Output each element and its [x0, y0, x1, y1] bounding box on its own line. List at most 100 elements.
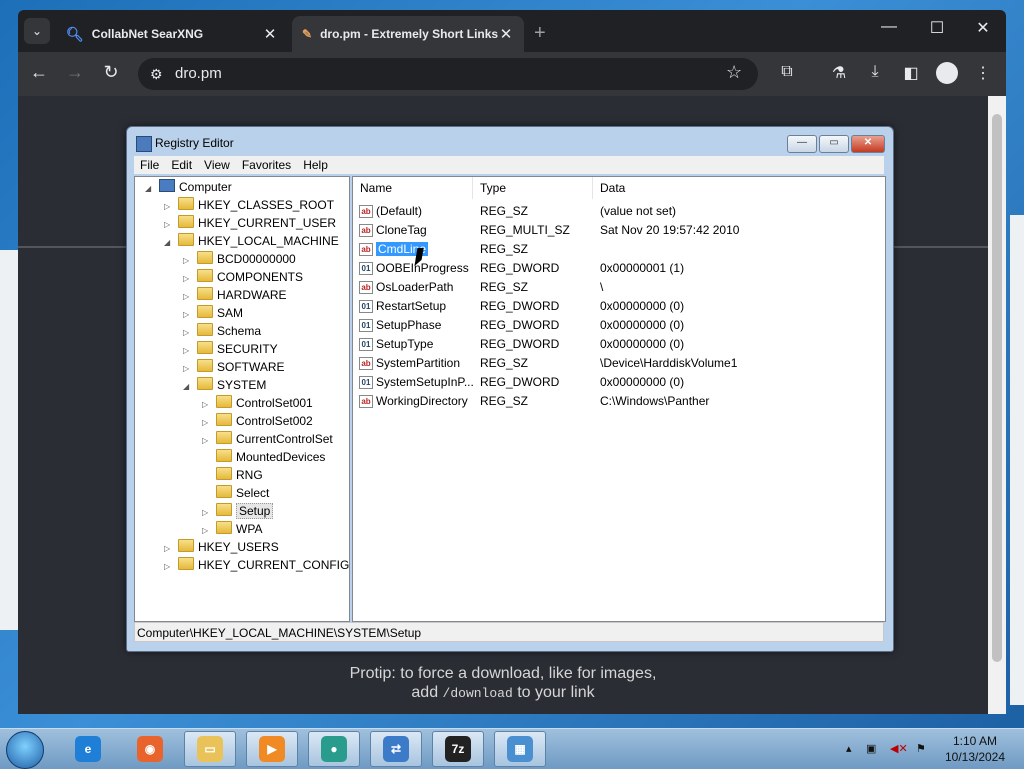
collapse-arrow-icon[interactable]: ◢: [145, 180, 155, 198]
action-center-flag-icon[interactable]: ⚑: [916, 742, 926, 755]
value-data: (value not set): [600, 204, 677, 218]
value-row[interactable]: 01 OOBEInProgress REG_DWORD 0x00000001 (1): [353, 259, 885, 278]
binary-value-icon: 01: [359, 338, 373, 351]
extensions-icon[interactable]: ⧉: [776, 63, 798, 81]
close-tab-icon[interactable]: ✕: [498, 25, 514, 43]
tree-node[interactable]: ▷ HKEY_USERS: [164, 538, 279, 556]
tree-node[interactable]: ▷ ControlSet001: [202, 394, 313, 412]
bookmark-star-icon[interactable]: ☆: [726, 62, 742, 83]
7zip-icon: 7z: [445, 736, 471, 762]
close-window-button[interactable]: ✕: [968, 18, 998, 38]
value-data: C:\Windows\Panther: [600, 394, 710, 408]
taskbar-app-button[interactable]: ▭: [184, 731, 236, 767]
tree-node[interactable]: MountedDevices: [202, 448, 325, 466]
tree-node[interactable]: ▷ BCD00000000: [183, 250, 296, 268]
value-row[interactable]: 01 RestartSetup REG_DWORD 0x00000000 (0): [353, 297, 885, 316]
tree-node[interactable]: ◢ SYSTEM: [183, 376, 266, 394]
expand-arrow-icon[interactable]: ▷: [164, 558, 174, 576]
side-panel-icon[interactable]: ◧: [900, 63, 922, 83]
collapse-arrow-icon[interactable]: ◢: [164, 234, 174, 252]
menu-edit[interactable]: Edit: [165, 156, 198, 174]
taskbar-app-button[interactable]: e: [62, 731, 114, 767]
back-button[interactable]: ←: [26, 62, 52, 83]
profile-avatar[interactable]: [936, 62, 958, 84]
menu-help[interactable]: Help: [297, 156, 334, 174]
taskbar-app-button[interactable]: ◉: [124, 731, 176, 767]
taskbar-app-button[interactable]: ●: [308, 731, 360, 767]
tab-search-button[interactable]: ⌄: [24, 18, 50, 44]
tree-node[interactable]: ▷ HARDWARE: [183, 286, 287, 304]
binary-value-icon: 01: [359, 300, 373, 313]
tree-node[interactable]: ▷ HKEY_CLASSES_ROOT: [164, 196, 334, 214]
minimize-button[interactable]: —: [787, 135, 817, 153]
new-tab-button[interactable]: +: [534, 22, 546, 45]
site-info-icon[interactable]: ⚙: [150, 66, 163, 83]
tree-node[interactable]: ▷ HKEY_CURRENT_CONFIG: [164, 556, 349, 574]
tree-node[interactable]: ▷ Setup: [202, 502, 274, 520]
column-data[interactable]: Data: [593, 177, 885, 199]
menu-view[interactable]: View: [198, 156, 236, 174]
column-name[interactable]: Name: [353, 177, 473, 199]
page-scrollbar-thumb[interactable]: [992, 114, 1002, 662]
value-list[interactable]: Name Type Data ab (Default) REG_SZ (value n…: [352, 176, 886, 622]
column-type[interactable]: Type: [473, 177, 593, 199]
menu-file[interactable]: File: [134, 156, 165, 174]
key-tree[interactable]: ◢ Computer ▷ HKEY_CLASSES_ROOT ▷ HKEY_CURRENT…: [134, 176, 350, 622]
tree-node-label: ControlSet002: [236, 414, 313, 428]
value-row[interactable]: ab OsLoaderPath REG_SZ \: [353, 278, 885, 297]
tab-dropm[interactable]: ✎ dro.pm - Extremely Short Links ✕: [292, 16, 524, 52]
close-tab-icon[interactable]: ✕: [262, 25, 278, 43]
volume-muted-icon[interactable]: ◀✕: [890, 742, 908, 755]
maximize-button[interactable]: ▭: [819, 135, 849, 153]
taskbar-app-button[interactable]: ▶: [246, 731, 298, 767]
address-bar[interactable]: ⚙ dro.pm ☆: [138, 58, 758, 90]
tab-searxng[interactable]: 🔍︎ CollabNet SearXNG ✕: [56, 16, 288, 52]
start-button[interactable]: [6, 731, 44, 769]
folder-icon: [216, 521, 232, 534]
tree-node[interactable]: ▷ WPA: [202, 520, 262, 538]
tree-node[interactable]: ▷ Schema: [183, 322, 261, 340]
taskbar-app-button[interactable]: ▦: [494, 731, 546, 767]
taskbar-app-button[interactable]: ⇄: [370, 731, 422, 767]
value-row[interactable]: ab SystemPartition REG_SZ \Device\HarddiskV…: [353, 354, 885, 373]
tree-node[interactable]: ◢ HKEY_LOCAL_MACHINE: [164, 232, 339, 250]
registry-app-icon: [136, 136, 152, 152]
close-button[interactable]: ✕: [851, 135, 885, 153]
value-row[interactable]: ab (Default) REG_SZ (value not set): [353, 202, 885, 221]
forward-button[interactable]: →: [62, 62, 88, 83]
show-hidden-icons-icon[interactable]: ▴: [846, 742, 852, 755]
string-value-icon: ab: [359, 357, 373, 370]
value-row[interactable]: ab CmdLine REG_SZ: [353, 240, 885, 259]
menu-favorites[interactable]: Favorites: [236, 156, 297, 174]
tree-node[interactable]: ▷ SECURITY: [183, 340, 278, 358]
folder-icon: [216, 503, 232, 516]
network-icon[interactable]: ▣: [866, 742, 876, 755]
tree-node[interactable]: ▷ CurrentControlSet: [202, 430, 333, 448]
value-type: REG_DWORD: [480, 337, 560, 351]
value-row[interactable]: 01 SetupType REG_DWORD 0x00000000 (0): [353, 335, 885, 354]
value-row[interactable]: ab CloneTag REG_MULTI_SZ Sat Nov 20 19:57:4…: [353, 221, 885, 240]
tree-node[interactable]: ▷ COMPONENTS: [183, 268, 303, 286]
maximize-button[interactable]: ☐: [922, 18, 952, 38]
tree-node[interactable]: ▷ ControlSet002: [202, 412, 313, 430]
tree-node-label: COMPONENTS: [217, 270, 304, 284]
reload-button[interactable]: ↻: [98, 62, 124, 83]
value-row[interactable]: 01 SystemSetupInP... REG_DWORD 0x00000000 (…: [353, 373, 885, 392]
menu-kebab-icon[interactable]: ⋮: [972, 63, 994, 83]
labs-icon[interactable]: ⚗: [828, 63, 850, 83]
system-clock[interactable]: 1:10 AM 10/13/2024: [940, 733, 1010, 765]
tree-node[interactable]: Select: [202, 484, 269, 502]
tree-node[interactable]: ◢ Computer: [145, 178, 232, 196]
tree-node[interactable]: RNG: [202, 466, 263, 484]
tree-node[interactable]: ▷ SOFTWARE: [183, 358, 285, 376]
tree-node[interactable]: ▷ SAM: [183, 304, 243, 322]
value-row[interactable]: ab WorkingDirectory REG_SZ C:\Windows\Panth…: [353, 392, 885, 411]
value-row[interactable]: 01 SetupPhase REG_DWORD 0x00000000 (0): [353, 316, 885, 335]
taskbar-app-button[interactable]: 7z: [432, 731, 484, 767]
registry-editor-window[interactable]: Registry Editor — ▭ ✕ File Edit View Favori…: [126, 126, 894, 652]
minimize-button[interactable]: —: [874, 18, 904, 36]
value-name: SetupPhase: [376, 318, 442, 332]
collapse-arrow-icon[interactable]: ◢: [183, 378, 193, 396]
tree-node[interactable]: ▷ HKEY_CURRENT_USER: [164, 214, 336, 232]
download-icon[interactable]: ⤓: [864, 63, 886, 81]
